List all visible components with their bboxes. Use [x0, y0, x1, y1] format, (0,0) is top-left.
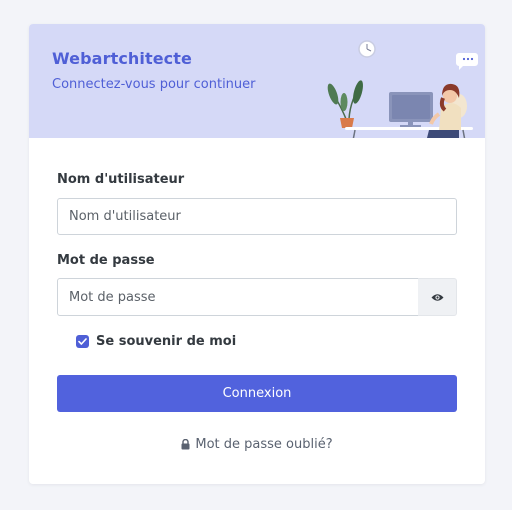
checkmark-icon [78, 338, 87, 345]
login-subtitle: Connectez-vous pour continuer [52, 77, 256, 92]
login-card: Webartchitecte Connectez-vous pour conti… [29, 24, 485, 484]
remember-me[interactable]: Se souvenir de moi [76, 334, 236, 349]
chat-bubble-icon [456, 53, 478, 70]
lock-icon [181, 439, 190, 450]
forgot-password-label: Mot de passe oublié? [195, 437, 333, 452]
remember-me-label: Se souvenir de moi [96, 334, 237, 349]
workspace-illustration [327, 40, 478, 138]
remember-me-checkbox[interactable] [76, 335, 89, 348]
eye-icon [431, 293, 443, 301]
monitor-icon [389, 92, 433, 127]
password-label: Mot de passe [57, 253, 155, 268]
username-input[interactable] [57, 198, 457, 235]
clock-icon [358, 40, 376, 58]
password-input[interactable] [57, 278, 419, 316]
password-visibility-toggle[interactable] [418, 278, 457, 316]
login-button[interactable]: Connexion [57, 375, 457, 412]
card-header: Webartchitecte Connectez-vous pour conti… [29, 24, 485, 138]
forgot-password-link[interactable]: Mot de passe oublié? [29, 437, 485, 452]
brand-title: Webartchitecte [52, 49, 192, 68]
username-label: Nom d'utilisateur [57, 172, 185, 187]
plant-icon [327, 80, 363, 128]
